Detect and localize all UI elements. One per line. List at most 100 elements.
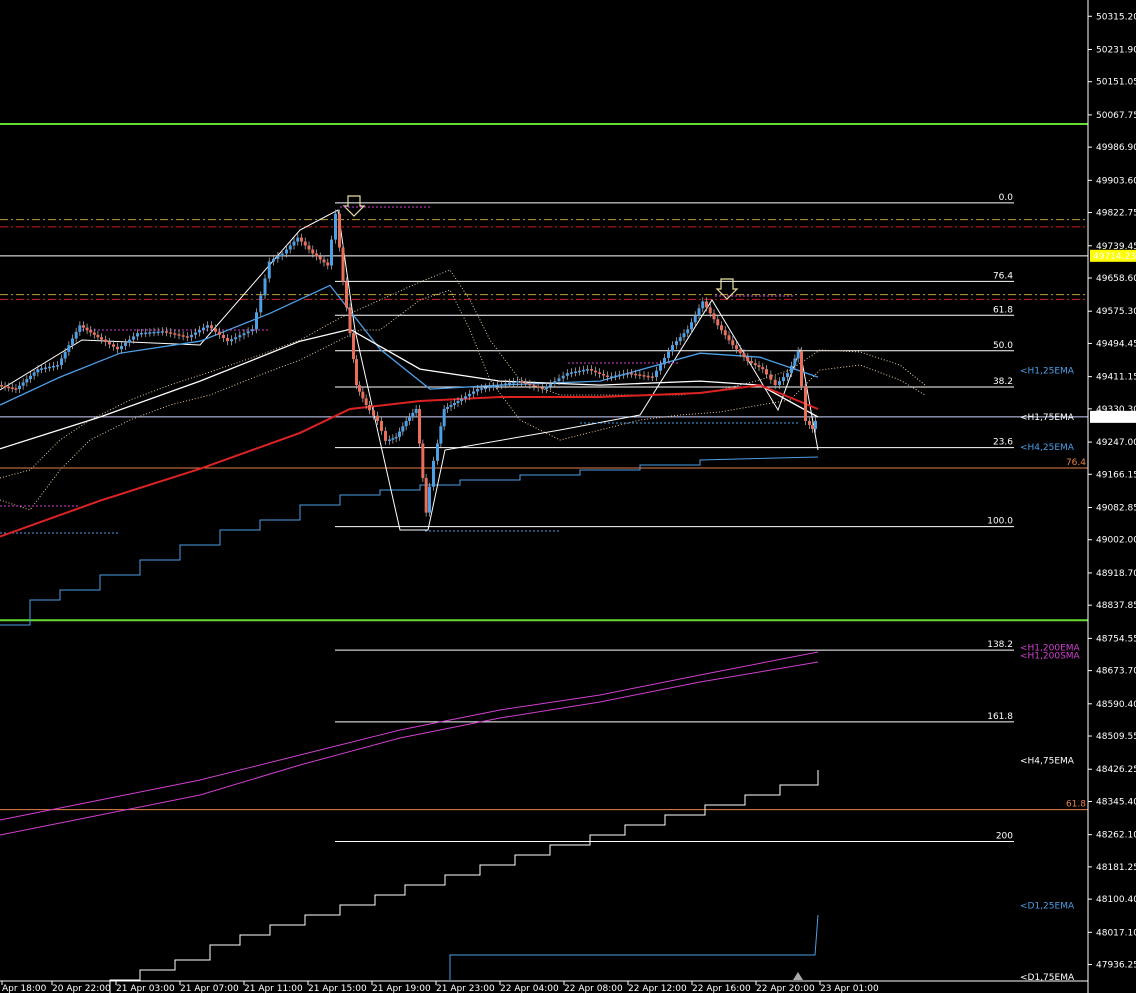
candle-body — [292, 241, 296, 246]
candle-body — [276, 256, 280, 259]
ema-label: <H4,25EMA — [1020, 443, 1075, 453]
fib-level-label: 200 — [996, 831, 1013, 841]
candle-body — [376, 415, 379, 421]
candle-body — [782, 377, 785, 382]
candle-body — [424, 478, 428, 513]
candle-body — [480, 388, 483, 390]
ema-label: <H1,75EMA — [1020, 413, 1075, 423]
candle-body — [194, 332, 197, 335]
candle-body — [773, 379, 777, 386]
y-tick-label: 48181.25 — [1096, 863, 1136, 873]
candle-body — [32, 372, 36, 376]
candle-body — [574, 371, 577, 374]
candle-body — [185, 336, 189, 338]
candle-body — [536, 386, 540, 388]
candle-body — [701, 301, 705, 309]
candle-body — [63, 351, 67, 359]
candle-body — [456, 401, 460, 404]
candle-body — [793, 358, 797, 366]
long-fib-level-label: 76.4 — [1066, 458, 1086, 468]
candle-body — [678, 337, 682, 342]
candle-body — [731, 340, 735, 346]
candle-body — [226, 338, 229, 342]
candle-body — [504, 383, 507, 385]
candle-body — [778, 381, 781, 386]
fib-level-label: 100.0 — [987, 517, 1013, 527]
candle-body — [280, 253, 284, 257]
candle-body — [622, 373, 625, 376]
candle-body — [250, 329, 254, 332]
y-tick-label: 49822.75 — [1096, 209, 1136, 219]
candle-body — [532, 385, 536, 387]
candle-body — [492, 385, 495, 388]
candle-body — [630, 373, 633, 375]
candle-body — [160, 331, 164, 333]
candle-body — [453, 403, 456, 405]
candle-body — [391, 438, 395, 440]
candle-body — [720, 325, 723, 331]
candle-body — [468, 393, 471, 397]
candle-body — [449, 404, 453, 407]
candle-body — [446, 406, 449, 409]
candle-body — [746, 357, 750, 362]
y-tick-label: 48345.40 — [1096, 797, 1136, 807]
candle-body — [48, 366, 51, 369]
candle-body — [738, 349, 742, 354]
candle-body — [727, 335, 731, 341]
fib-level-label: 61.8 — [993, 305, 1013, 315]
price-chart[interactable]: 0.0 76.4 61.8 50.0 38.2 23.6 100.0 138.2 161.8 20… — [0, 0, 1136, 993]
candle-body — [246, 331, 250, 334]
candle-body — [578, 370, 581, 373]
candle-body — [348, 307, 352, 334]
candle-body — [428, 486, 431, 513]
candle-body — [484, 387, 487, 389]
candle-body — [255, 312, 258, 330]
price-badge-label: 49310.25 — [1093, 413, 1136, 423]
candle-body — [96, 334, 100, 338]
candle-body — [565, 373, 569, 376]
candle-body — [790, 365, 793, 374]
candle-body — [89, 330, 93, 333]
candle-body — [508, 382, 511, 385]
y-tick-label: 49247.00 — [1096, 438, 1136, 448]
price-badge-label: 49714.23 — [1093, 252, 1136, 262]
long-fib-level-label: 61.8 — [1066, 800, 1086, 810]
candle-body — [7, 386, 11, 389]
candle-body — [380, 420, 383, 431]
candle-body — [315, 253, 318, 257]
candle-body — [104, 339, 107, 343]
candle-body — [338, 213, 341, 248]
candle-body — [686, 329, 690, 334]
candle-body — [136, 333, 139, 337]
candle-body — [364, 398, 368, 405]
candle-body — [634, 373, 638, 376]
y-tick-label: 48837.85 — [1096, 601, 1136, 611]
ema-label: <D1,25EMA — [1020, 902, 1075, 912]
candle-body — [181, 335, 185, 337]
candle-body — [10, 387, 14, 389]
candle-body — [296, 237, 300, 242]
candle-body — [156, 331, 160, 334]
candle-body — [594, 370, 597, 373]
x-tick-label: 22 Apr 04:00 — [500, 984, 559, 993]
candle-body — [368, 404, 371, 411]
candle-body — [638, 374, 642, 376]
candle-body — [401, 426, 405, 432]
y-tick-label: 48509.55 — [1096, 732, 1136, 742]
candle-body — [655, 370, 658, 378]
fib-level-label: 76.4 — [993, 271, 1013, 281]
candle-body — [202, 327, 205, 331]
candle-body — [682, 333, 686, 338]
y-tick-label: 50315.20 — [1096, 12, 1136, 22]
candle-body — [418, 408, 421, 444]
candle-body — [520, 381, 523, 383]
candle-body — [352, 333, 355, 360]
candle-body — [361, 391, 365, 399]
candle-body — [436, 443, 439, 461]
candle-body — [675, 341, 678, 346]
candle-body — [222, 334, 225, 339]
candle-body — [384, 430, 387, 441]
candle-body — [206, 325, 209, 328]
candle-body — [169, 332, 173, 334]
x-tick-label: 21 Apr 23:00 — [436, 984, 495, 993]
